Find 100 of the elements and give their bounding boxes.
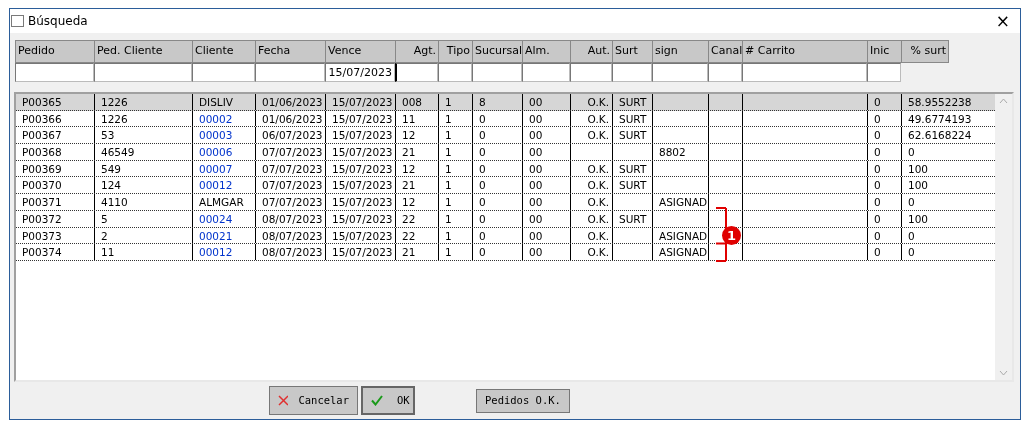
cell-text: 0 (874, 179, 881, 192)
filter-field[interactable] (570, 63, 612, 82)
column-header[interactable]: Sucursal (472, 40, 522, 63)
cell-text: 00024 (199, 212, 233, 225)
cell-text: 15/07/2023 (332, 229, 393, 242)
table-row[interactable]: P00372 5 00024 08/07/2023 15/07/2023 22 1 0 00 O.K. SURT 0 100 (16, 210, 995, 228)
column-header[interactable]: % surt (901, 40, 949, 63)
cell-text: 00 (529, 229, 543, 242)
cell-text: 53 (101, 129, 115, 142)
column-header[interactable]: Inic (867, 40, 901, 63)
dialog-button[interactable]: Cancelar (269, 386, 358, 415)
cell-text: 15/07/2023 (332, 96, 393, 108)
cell-text: 8802 (659, 146, 686, 159)
column-header[interactable]: Agt. (395, 40, 438, 63)
column-header[interactable]: sign (652, 40, 708, 63)
cell-text: P00373 (22, 229, 62, 242)
cell-text: 1 (445, 96, 452, 108)
cell-text: SURT (619, 162, 647, 175)
cell-text: SURT (619, 112, 647, 125)
cell-text: 1 (445, 129, 452, 142)
cell-text: 22 (402, 212, 416, 225)
cell-text: 4110 (101, 196, 128, 209)
cell-text: SURT (619, 96, 647, 108)
cell-text: 0 (479, 212, 486, 225)
filter-field[interactable]: 15/07/2023 (325, 63, 395, 82)
cell-text: SURT (619, 129, 647, 142)
cell-text: 5 (101, 212, 108, 225)
check-icon (371, 395, 383, 406)
callout-badge: 1 (722, 225, 741, 245)
cell-text: 00 (529, 212, 543, 225)
column-header[interactable]: Aut. (570, 40, 612, 63)
filter-field[interactable] (395, 63, 438, 82)
cell-text: 0 (908, 196, 915, 209)
cell-text: 0 (874, 229, 881, 242)
filter-field[interactable] (438, 63, 472, 82)
cell-text: 0 (874, 162, 881, 175)
column-header[interactable]: Vence (325, 40, 395, 63)
column-header[interactable]: Alm. (522, 40, 570, 63)
filter-field[interactable] (255, 63, 325, 82)
cell-text: 1226 (101, 96, 128, 108)
column-header[interactable]: Tipo (438, 40, 472, 63)
cell-text: O.K. (587, 112, 609, 125)
cell-text: 0 (908, 246, 915, 259)
cell-text: P00371 (22, 196, 62, 209)
table-row[interactable]: P00366 1226 00002 01/06/2023 15/07/2023 11 1 0 00 O.K. SURT 0 49.6774193 (16, 110, 995, 128)
column-header[interactable]: Cliente (192, 40, 255, 63)
table-row[interactable]: P00371 4110 ALMGAR 07/07/2023 15/07/2023 12 1 0 00 O.K. ASIGNAD 0 0 (16, 194, 995, 211)
cell-text: 15/07/2023 (332, 196, 393, 209)
cell-text: 0 (874, 196, 881, 209)
filter-field[interactable] (15, 63, 94, 82)
cell-text: P00374 (22, 246, 62, 259)
filter-field[interactable] (472, 63, 522, 82)
filter-field[interactable] (612, 63, 652, 82)
filter-field[interactable] (867, 63, 901, 82)
cell-text: P00367 (22, 129, 62, 142)
column-header[interactable]: # Carrito (742, 40, 867, 63)
close-button[interactable]: × (991, 12, 1014, 30)
column-header[interactable]: Ped. Cliente (94, 40, 192, 63)
cell-text: P00370 (22, 179, 62, 192)
cell-text: 1 (445, 229, 452, 242)
cell-text: 58.9552238 (908, 96, 972, 108)
cell-text: 0 (479, 129, 486, 142)
cell-text: 0 (874, 146, 881, 159)
cell-text: 0 (479, 196, 486, 209)
cell-text: 0 (479, 112, 486, 125)
table-row[interactable]: P00365 1226 DISLIV 01/06/2023 15/07/2023 008 1 8 00 O.K. SURT 0 58.9552238 (16, 94, 995, 111)
column-header[interactable]: Pedido (15, 40, 94, 63)
column-header[interactable]: Canal (708, 40, 742, 63)
filter-field[interactable] (742, 63, 867, 82)
filter-field[interactable] (708, 63, 742, 82)
cell-text: 00 (529, 146, 543, 159)
cell-text: ASIGNAD (659, 196, 708, 209)
filter-field[interactable] (522, 63, 570, 82)
column-header[interactable]: Surt (612, 40, 652, 63)
column-header[interactable]: Fecha (255, 40, 325, 63)
cell-text: 00002 (199, 112, 233, 125)
cell-text: 0 (479, 179, 486, 192)
cell-text: ALMGAR (199, 196, 244, 209)
cell-text: 12 (402, 162, 416, 175)
cell-text: O.K. (587, 129, 609, 142)
table-row[interactable]: P00374 11 00012 08/07/2023 15/07/2023 21 1 0 00 O.K. ASIGNAD 0 0 (16, 244, 995, 261)
filter-field[interactable] (94, 63, 192, 82)
table-row[interactable]: P00367 53 00003 06/07/2023 15/07/2023 12 1 0 00 O.K. SURT 0 62.6168224 (16, 127, 995, 145)
cell-text: 100 (908, 212, 929, 225)
cell-text: 1 (445, 162, 452, 175)
cell-text: 07/07/2023 (262, 179, 323, 192)
filter-field[interactable] (652, 63, 708, 82)
cell-text: 2 (101, 229, 108, 242)
cell-text: 07/07/2023 (262, 146, 323, 159)
dialog-button[interactable]: Pedidos O.K. (476, 388, 570, 413)
table-row[interactable]: P00370 124 00012 07/07/2023 15/07/2023 21 1 0 00 O.K. SURT 0 100 (16, 177, 995, 195)
cell-text: 21 (402, 146, 416, 159)
cell-text: 07/07/2023 (262, 162, 323, 175)
table-row[interactable]: P00369 549 00007 07/07/2023 15/07/2023 12 1 0 00 O.K. SURT 0 100 (16, 160, 995, 178)
table-row[interactable]: P00368 46549 00006 07/07/2023 15/07/2023 21 1 0 00 8802 0 0 (16, 144, 995, 161)
filter-field[interactable] (192, 63, 255, 82)
cell-text: 8 (479, 96, 486, 108)
cell-text: O.K. (587, 179, 609, 192)
dialog-button[interactable]: OK (361, 386, 415, 415)
cell-text: 00 (529, 112, 543, 125)
